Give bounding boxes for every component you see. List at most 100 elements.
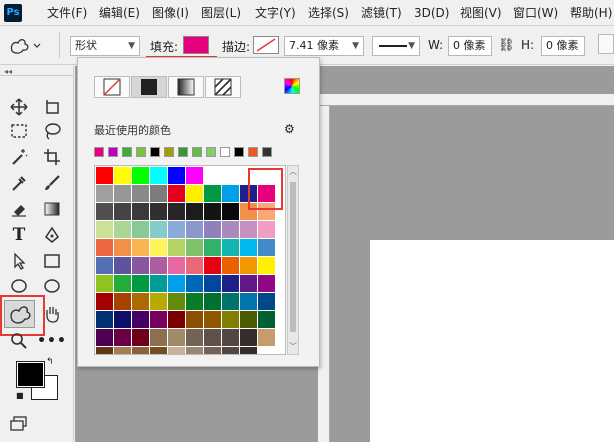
- recent-color-swatch[interactable]: [234, 147, 244, 157]
- color-swatch[interactable]: [132, 167, 149, 184]
- color-swatch[interactable]: [258, 293, 275, 310]
- color-swatch[interactable]: [258, 311, 275, 328]
- color-swatch[interactable]: [168, 257, 185, 274]
- color-swatch[interactable]: [114, 329, 131, 346]
- recent-color-swatch[interactable]: [164, 147, 174, 157]
- recent-color-swatch[interactable]: [206, 147, 216, 157]
- type-tool-icon[interactable]: T: [7, 224, 31, 246]
- mode-dropdown[interactable]: 形状 ▼: [70, 36, 140, 56]
- menu-help[interactable]: 帮助(H): [570, 0, 612, 26]
- color-swatch[interactable]: [132, 185, 149, 202]
- color-swatch[interactable]: [114, 167, 131, 184]
- ellipse-tool-icon[interactable]: [7, 275, 31, 297]
- color-swatch[interactable]: [222, 167, 239, 184]
- recent-color-swatch[interactable]: [108, 147, 118, 157]
- color-swatch[interactable]: [186, 239, 203, 256]
- zoom-tool-icon[interactable]: [7, 330, 31, 352]
- color-swatch[interactable]: [204, 167, 221, 184]
- fill-color-swatch[interactable]: [183, 36, 209, 54]
- color-swatch[interactable]: [204, 203, 221, 220]
- color-swatch[interactable]: [114, 275, 131, 292]
- color-swatch[interactable]: [150, 221, 167, 238]
- no-color-button[interactable]: [94, 76, 130, 98]
- menu-file[interactable]: 文件(F): [47, 0, 87, 26]
- color-swatch[interactable]: [258, 275, 275, 292]
- color-swatch[interactable]: [96, 185, 113, 202]
- lasso-tool-icon[interactable]: [40, 120, 64, 142]
- color-swatch[interactable]: [132, 347, 149, 354]
- color-swatch[interactable]: [132, 221, 149, 238]
- ellipse-shape-icon[interactable]: [40, 275, 64, 297]
- color-swatch[interactable]: [258, 347, 275, 354]
- color-swatch[interactable]: [114, 347, 131, 354]
- color-swatch[interactable]: [240, 275, 257, 292]
- color-swatch[interactable]: [186, 257, 203, 274]
- color-swatch[interactable]: [150, 167, 167, 184]
- color-swatch[interactable]: [132, 203, 149, 220]
- color-swatch[interactable]: [222, 221, 239, 238]
- color-swatch[interactable]: [186, 185, 203, 202]
- color-swatch[interactable]: [132, 311, 149, 328]
- color-swatch[interactable]: [186, 293, 203, 310]
- swatch-scrollbar[interactable]: ︿ ﹀: [287, 165, 299, 355]
- menu-image[interactable]: 图像(I): [152, 0, 189, 26]
- menu-view[interactable]: 视图(V): [460, 0, 502, 26]
- default-colors-icon[interactable]: ■: [16, 391, 24, 400]
- color-swatch[interactable]: [186, 311, 203, 328]
- color-swatch[interactable]: [258, 257, 275, 274]
- color-swatch[interactable]: [240, 347, 257, 354]
- more-tools-icon[interactable]: •••: [37, 330, 66, 352]
- color-swatch[interactable]: [204, 329, 221, 346]
- recent-color-swatch[interactable]: [178, 147, 188, 157]
- scroll-up-icon[interactable]: ︿: [289, 166, 297, 177]
- scroll-down-icon[interactable]: ﹀: [289, 341, 297, 352]
- stroke-color-swatch[interactable]: [253, 36, 279, 54]
- color-swatch[interactable]: [114, 221, 131, 238]
- color-swatch[interactable]: [114, 293, 131, 310]
- eraser-tool-icon[interactable]: [7, 198, 31, 220]
- color-swatch[interactable]: [222, 347, 239, 354]
- recent-color-swatch[interactable]: [220, 147, 230, 157]
- color-swatch[interactable]: [150, 203, 167, 220]
- pattern-button[interactable]: [205, 76, 241, 98]
- color-swatch[interactable]: [168, 275, 185, 292]
- color-swatch[interactable]: [204, 347, 221, 354]
- color-swatch[interactable]: [258, 239, 275, 256]
- color-swatch[interactable]: [132, 329, 149, 346]
- color-swatch[interactable]: [222, 239, 239, 256]
- color-swatch[interactable]: [186, 329, 203, 346]
- brush-tool-icon[interactable]: [40, 172, 64, 194]
- color-swatch[interactable]: [186, 203, 203, 220]
- color-swatch[interactable]: [168, 293, 185, 310]
- swap-colors-icon[interactable]: ↰: [46, 357, 54, 367]
- color-swatch[interactable]: [222, 257, 239, 274]
- color-swatch[interactable]: [96, 167, 113, 184]
- color-picker-icon[interactable]: [284, 78, 300, 94]
- color-swatch[interactable]: [114, 239, 131, 256]
- color-swatch[interactable]: [114, 257, 131, 274]
- color-swatch[interactable]: [96, 293, 113, 310]
- color-swatch[interactable]: [150, 275, 167, 292]
- color-swatch[interactable]: [204, 275, 221, 292]
- color-swatch[interactable]: [222, 293, 239, 310]
- menu-layer[interactable]: 图层(L): [201, 0, 241, 26]
- width-field[interactable]: 0 像素: [448, 36, 492, 56]
- color-swatch[interactable]: [150, 329, 167, 346]
- color-swatch[interactable]: [96, 203, 113, 220]
- stroke-type-dropdown[interactable]: ▼: [372, 36, 420, 56]
- color-swatch[interactable]: [168, 185, 185, 202]
- rectangle-tool-icon[interactable]: [40, 250, 64, 272]
- pen-tool-icon[interactable]: [40, 224, 64, 246]
- foreground-color-swatch[interactable]: [16, 361, 45, 388]
- color-swatch[interactable]: [132, 239, 149, 256]
- path-selection-icon[interactable]: [7, 250, 31, 272]
- color-swatch[interactable]: [114, 203, 131, 220]
- color-swatch[interactable]: [132, 275, 149, 292]
- menu-select[interactable]: 选择(S): [308, 0, 349, 26]
- color-swatch[interactable]: [96, 275, 113, 292]
- eyedropper-icon[interactable]: [7, 172, 31, 194]
- color-swatch[interactable]: [240, 257, 257, 274]
- color-swatch[interactable]: [150, 347, 167, 354]
- recent-color-swatch[interactable]: [150, 147, 160, 157]
- color-swatch[interactable]: [114, 311, 131, 328]
